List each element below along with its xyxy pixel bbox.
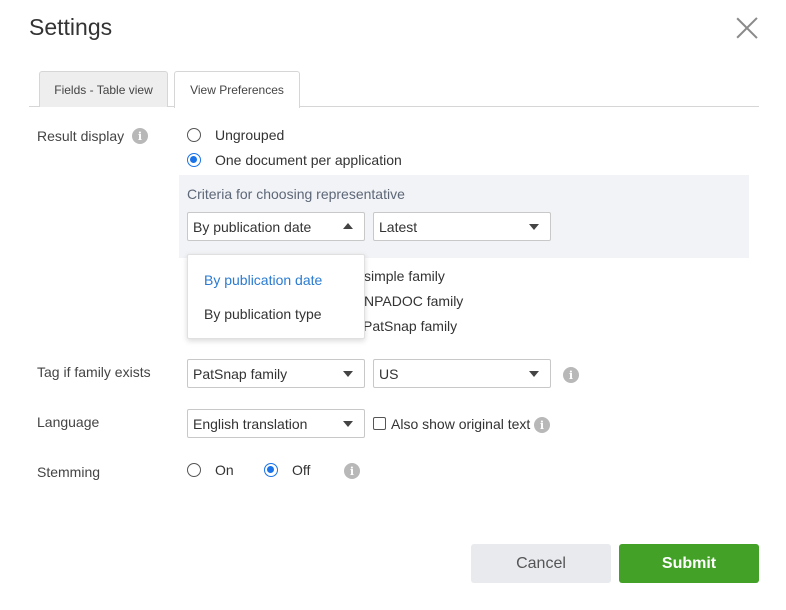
also-show-original-label[interactable]: Also show original text	[391, 416, 530, 432]
result-display-label: Result display	[37, 128, 124, 144]
radio-stemming-off[interactable]: Off	[264, 462, 310, 478]
radio-stemming-on-label: On	[215, 462, 234, 478]
chevron-down-icon	[529, 371, 539, 377]
language-select[interactable]: English translation	[187, 409, 365, 438]
chevron-down-icon	[343, 421, 353, 427]
radio-ungrouped-circle[interactable]	[187, 128, 201, 142]
criteria-order-select[interactable]: Latest	[373, 212, 551, 241]
radio-stemming-off-circle[interactable]	[264, 463, 278, 477]
dropdown-option-publication-type[interactable]: By publication type	[204, 306, 322, 322]
criteria-sort-select[interactable]: By publication date	[187, 212, 365, 241]
close-icon[interactable]	[733, 14, 761, 42]
tag-family-value: PatSnap family	[193, 366, 287, 382]
radio-stemming-on[interactable]: On	[187, 462, 234, 478]
radio-stemming-off-label: Off	[292, 462, 310, 478]
result-display-info-icon[interactable]: i	[132, 128, 148, 144]
criteria-sort-value: By publication date	[193, 219, 311, 235]
criteria-label: Criteria for choosing representative	[187, 186, 405, 202]
radio-one-document-circle[interactable]	[187, 153, 201, 167]
radio-ungrouped[interactable]: Ungrouped	[187, 127, 284, 143]
criteria-sort-dropdown: By publication date By publication type	[187, 254, 365, 339]
tag-if-family-label: Tag if family exists	[37, 364, 151, 380]
stemming-label: Stemming	[37, 464, 100, 480]
language-label: Language	[37, 414, 99, 430]
cancel-button[interactable]: Cancel	[471, 544, 611, 583]
tag-family-select[interactable]: PatSnap family	[187, 359, 365, 388]
radio-one-document-per-application[interactable]: One document per application	[187, 152, 402, 168]
language-info-icon[interactable]: i	[534, 417, 550, 433]
also-show-original-checkbox[interactable]	[373, 417, 386, 430]
radio-one-document-label: One document per application	[215, 152, 402, 168]
radio-stemming-on-circle[interactable]	[187, 463, 201, 477]
tab-view-preferences[interactable]: View Preferences	[174, 71, 300, 108]
dropdown-option-publication-date[interactable]: By publication date	[204, 272, 322, 288]
language-value: English translation	[193, 416, 307, 432]
submit-button[interactable]: Submit	[619, 544, 759, 583]
chevron-down-icon	[343, 371, 353, 377]
family-option-inpadoc[interactable]: NPADOC family	[364, 293, 463, 309]
dialog-title: Settings	[29, 14, 112, 41]
tag-family-info-icon[interactable]: i	[563, 367, 579, 383]
family-option-simple[interactable]: simple family	[364, 268, 445, 284]
chevron-down-icon	[529, 224, 539, 230]
tag-country-select[interactable]: US	[373, 359, 551, 388]
chevron-up-icon	[343, 223, 353, 229]
radio-ungrouped-label: Ungrouped	[215, 127, 284, 143]
tag-country-value: US	[379, 366, 398, 382]
criteria-order-value: Latest	[379, 219, 417, 235]
tab-bar: Fields - Table view View Preferences	[29, 71, 759, 107]
family-option-patsnap[interactable]: PatSnap family	[363, 318, 457, 334]
tab-fields-table-view[interactable]: Fields - Table view	[39, 71, 168, 107]
stemming-info-icon[interactable]: i	[344, 463, 360, 479]
